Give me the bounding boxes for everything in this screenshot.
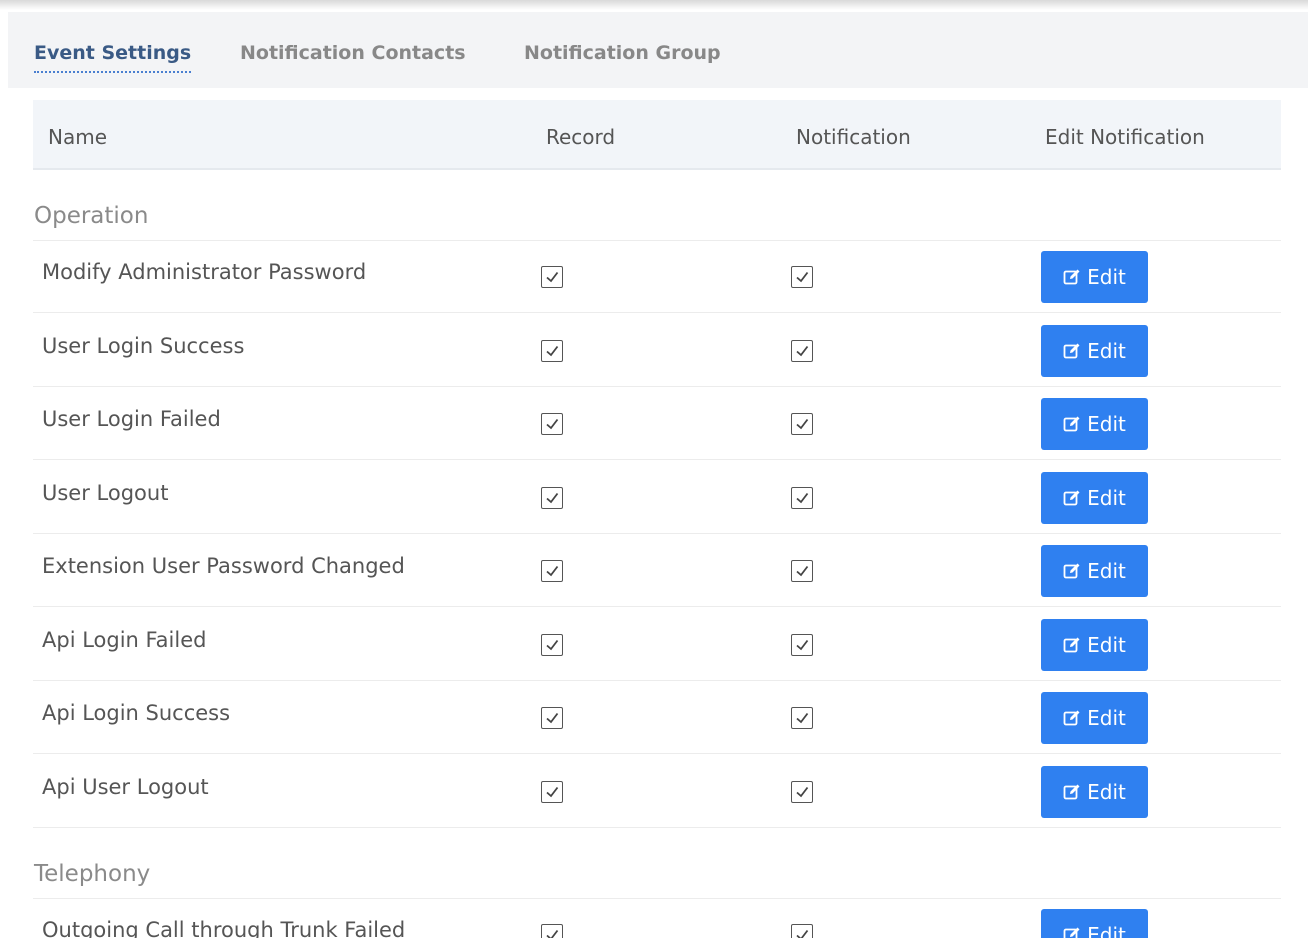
edit-button-label: Edit	[1087, 412, 1126, 436]
edit-icon	[1063, 562, 1081, 580]
edit-icon	[1063, 268, 1081, 286]
edit-button[interactable]: Edit	[1041, 765, 1148, 818]
event-name: Api Login Failed	[42, 627, 207, 652]
notification-checkbox[interactable]	[791, 560, 813, 582]
edit-button-label: Edit	[1087, 632, 1126, 657]
table-row: Api User Logout Edit	[33, 755, 1281, 828]
edit-icon	[1063, 709, 1081, 727]
top-shadow	[0, 0, 1308, 10]
tab-notification-group[interactable]: Notification Group	[524, 42, 721, 64]
record-checkbox[interactable]	[541, 486, 563, 509]
column-header-notification: Notification	[796, 125, 911, 149]
edit-button[interactable]: Edit	[1041, 692, 1148, 744]
notification-checkbox[interactable]	[791, 707, 813, 729]
table-row: User Login Failed Edit	[33, 387, 1281, 460]
column-header-name: Name	[48, 125, 108, 149]
tab-bar: Event Settings Notification Contacts Not…	[8, 12, 1308, 88]
event-name: Outgoing Call through Trunk Failed	[42, 918, 406, 938]
edit-button-label: Edit	[1087, 706, 1126, 730]
edit-button[interactable]: Edit	[1041, 471, 1148, 524]
edit-button-label: Edit	[1087, 338, 1126, 363]
section-title: Telephony	[34, 861, 151, 887]
notification-checkbox[interactable]	[791, 780, 813, 803]
edit-button[interactable]: Edit	[1041, 545, 1148, 597]
section-title: Operation	[34, 203, 149, 229]
notification-checkbox[interactable]	[791, 633, 813, 656]
record-checkbox[interactable]	[541, 339, 563, 362]
tab-notification-contacts[interactable]: Notification Contacts	[240, 42, 466, 64]
edit-button-label: Edit	[1087, 923, 1126, 938]
edit-button[interactable]: Edit	[1041, 909, 1148, 938]
record-checkbox[interactable]	[541, 413, 563, 435]
event-name: Api Login Success	[42, 701, 231, 725]
event-name: User Login Failed	[42, 407, 221, 431]
record-checkbox[interactable]	[541, 780, 563, 803]
table-row: User Login Success Edit	[33, 314, 1281, 387]
event-name: Modify Administrator Password	[42, 260, 367, 284]
notification-checkbox[interactable]	[791, 924, 813, 938]
table-row: Extension User Password Changed Edit	[33, 534, 1281, 607]
edit-button-label: Edit	[1087, 779, 1126, 804]
edit-icon	[1063, 489, 1081, 507]
column-header-edit-notification: Edit Notification	[1045, 125, 1205, 149]
edit-button[interactable]: Edit	[1041, 398, 1148, 450]
edit-button-label: Edit	[1087, 265, 1126, 289]
column-header-record: Record	[546, 125, 616, 149]
record-checkbox[interactable]	[541, 924, 563, 938]
event-name: Api User Logout	[42, 774, 209, 799]
event-name: User Logout	[42, 480, 169, 505]
edit-icon	[1063, 342, 1081, 360]
edit-icon	[1063, 636, 1081, 654]
table-row: Api Login Failed Edit	[33, 608, 1281, 681]
edit-button-label: Edit	[1087, 559, 1126, 583]
record-checkbox[interactable]	[541, 266, 563, 288]
edit-icon	[1063, 783, 1081, 801]
table-row: User Logout Edit	[33, 461, 1281, 534]
table-row: Outgoing Call through Trunk Failed Edit	[33, 898, 1281, 938]
edit-button[interactable]: Edit	[1041, 324, 1148, 377]
edit-icon	[1063, 415, 1081, 433]
record-checkbox[interactable]	[541, 633, 563, 656]
tab-event-settings[interactable]: Event Settings	[34, 42, 192, 73]
notification-checkbox[interactable]	[791, 486, 813, 509]
event-name: Extension User Password Changed	[42, 554, 405, 578]
edit-button-label: Edit	[1087, 485, 1126, 510]
notification-checkbox[interactable]	[791, 413, 813, 435]
edit-button[interactable]: Edit	[1041, 618, 1148, 671]
record-checkbox[interactable]	[541, 560, 563, 582]
edit-icon	[1063, 926, 1081, 938]
table-row: Modify Administrator Password Edit	[33, 240, 1281, 313]
notification-checkbox[interactable]	[791, 339, 813, 362]
table-row: Api Login Success Edit	[33, 681, 1281, 754]
record-checkbox[interactable]	[541, 707, 563, 729]
edit-button[interactable]: Edit	[1041, 251, 1148, 303]
event-name: User Login Success	[42, 333, 245, 358]
notification-checkbox[interactable]	[791, 266, 813, 288]
table-header: Name Record Notification Edit Notificati…	[33, 100, 1281, 170]
